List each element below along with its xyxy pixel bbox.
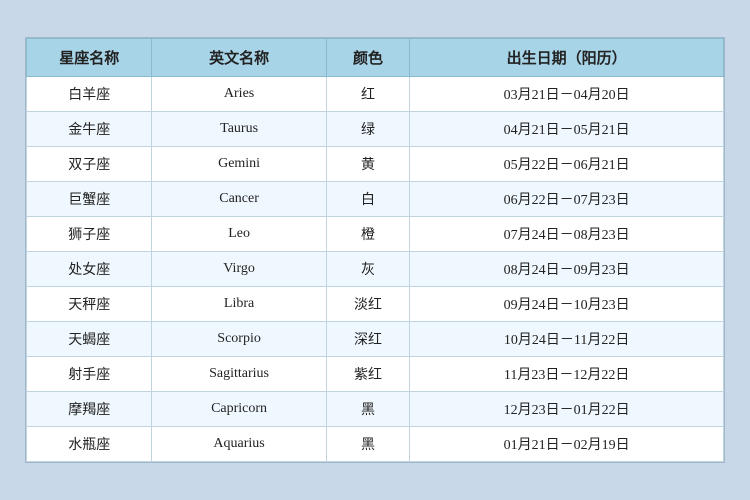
cell-row4-col2: 橙 xyxy=(326,217,410,252)
table-body: 白羊座Aries红03月21日－04月20日金牛座Taurus绿04月21日－0… xyxy=(27,77,724,462)
cell-row6-col0: 天秤座 xyxy=(27,287,152,322)
cell-row5-col3: 08月24日－09月23日 xyxy=(410,252,724,287)
table-header-row: 星座名称 英文名称 颜色 出生日期（阳历） xyxy=(27,39,724,77)
cell-row10-col2: 黑 xyxy=(326,427,410,462)
cell-row9-col3: 12月23日－01月22日 xyxy=(410,392,724,427)
cell-row3-col3: 06月22日－07月23日 xyxy=(410,182,724,217)
header-date: 出生日期（阳历） xyxy=(410,39,724,77)
header-en-name: 英文名称 xyxy=(152,39,326,77)
cell-row10-col0: 水瓶座 xyxy=(27,427,152,462)
cell-row6-col1: Libra xyxy=(152,287,326,322)
cell-row5-col0: 处女座 xyxy=(27,252,152,287)
cell-row0-col1: Aries xyxy=(152,77,326,112)
cell-row8-col2: 紫红 xyxy=(326,357,410,392)
cell-row10-col1: Aquarius xyxy=(152,427,326,462)
cell-row7-col1: Scorpio xyxy=(152,322,326,357)
table-row: 射手座Sagittarius紫红11月23日－12月22日 xyxy=(27,357,724,392)
table-row: 摩羯座Capricorn黑12月23日－01月22日 xyxy=(27,392,724,427)
cell-row6-col2: 淡红 xyxy=(326,287,410,322)
table-row: 狮子座Leo橙07月24日－08月23日 xyxy=(27,217,724,252)
cell-row1-col2: 绿 xyxy=(326,112,410,147)
table-row: 水瓶座Aquarius黑01月21日－02月19日 xyxy=(27,427,724,462)
table-row: 天蝎座Scorpio深红10月24日－11月22日 xyxy=(27,322,724,357)
cell-row3-col0: 巨蟹座 xyxy=(27,182,152,217)
cell-row5-col2: 灰 xyxy=(326,252,410,287)
cell-row0-col3: 03月21日－04月20日 xyxy=(410,77,724,112)
cell-row8-col1: Sagittarius xyxy=(152,357,326,392)
cell-row3-col1: Cancer xyxy=(152,182,326,217)
cell-row1-col1: Taurus xyxy=(152,112,326,147)
cell-row1-col0: 金牛座 xyxy=(27,112,152,147)
cell-row2-col2: 黄 xyxy=(326,147,410,182)
zodiac-table-container: 星座名称 英文名称 颜色 出生日期（阳历） 白羊座Aries红03月21日－04… xyxy=(25,37,725,463)
cell-row2-col0: 双子座 xyxy=(27,147,152,182)
zodiac-table: 星座名称 英文名称 颜色 出生日期（阳历） 白羊座Aries红03月21日－04… xyxy=(26,38,724,462)
cell-row2-col1: Gemini xyxy=(152,147,326,182)
cell-row1-col3: 04月21日－05月21日 xyxy=(410,112,724,147)
cell-row3-col2: 白 xyxy=(326,182,410,217)
cell-row6-col3: 09月24日－10月23日 xyxy=(410,287,724,322)
cell-row0-col2: 红 xyxy=(326,77,410,112)
table-row: 处女座Virgo灰08月24日－09月23日 xyxy=(27,252,724,287)
cell-row9-col2: 黑 xyxy=(326,392,410,427)
cell-row8-col0: 射手座 xyxy=(27,357,152,392)
cell-row2-col3: 05月22日－06月21日 xyxy=(410,147,724,182)
cell-row7-col2: 深红 xyxy=(326,322,410,357)
cell-row9-col0: 摩羯座 xyxy=(27,392,152,427)
table-row: 白羊座Aries红03月21日－04月20日 xyxy=(27,77,724,112)
cell-row0-col0: 白羊座 xyxy=(27,77,152,112)
table-row: 双子座Gemini黄05月22日－06月21日 xyxy=(27,147,724,182)
cell-row9-col1: Capricorn xyxy=(152,392,326,427)
table-row: 金牛座Taurus绿04月21日－05月21日 xyxy=(27,112,724,147)
cell-row8-col3: 11月23日－12月22日 xyxy=(410,357,724,392)
cell-row4-col1: Leo xyxy=(152,217,326,252)
cell-row5-col1: Virgo xyxy=(152,252,326,287)
header-color: 颜色 xyxy=(326,39,410,77)
cell-row10-col3: 01月21日－02月19日 xyxy=(410,427,724,462)
cell-row4-col3: 07月24日－08月23日 xyxy=(410,217,724,252)
cell-row7-col3: 10月24日－11月22日 xyxy=(410,322,724,357)
table-row: 天秤座Libra淡红09月24日－10月23日 xyxy=(27,287,724,322)
cell-row4-col0: 狮子座 xyxy=(27,217,152,252)
table-row: 巨蟹座Cancer白06月22日－07月23日 xyxy=(27,182,724,217)
cell-row7-col0: 天蝎座 xyxy=(27,322,152,357)
header-zh-name: 星座名称 xyxy=(27,39,152,77)
